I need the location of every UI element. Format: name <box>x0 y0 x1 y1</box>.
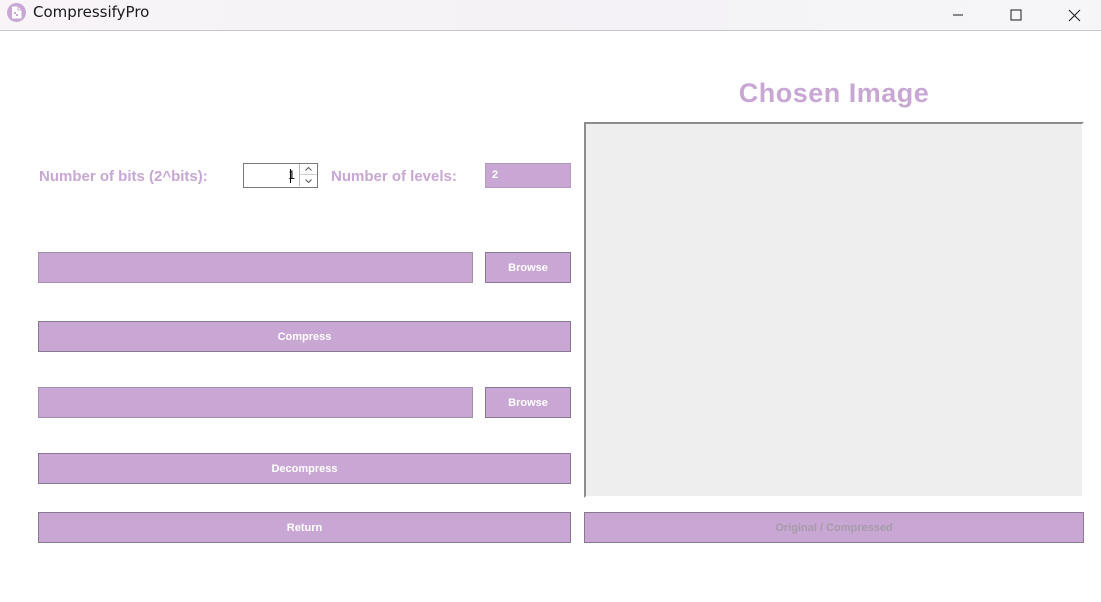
compress-file-path-field[interactable] <box>38 252 473 283</box>
levels-field: 2 <box>485 163 571 188</box>
text-caret <box>290 169 291 183</box>
levels-label: Number of levels: <box>331 168 457 185</box>
maximize-button[interactable] <box>987 0 1045 30</box>
bits-spinner[interactable]: 1 <box>243 163 318 188</box>
decompress-button[interactable]: Decompress <box>38 453 571 484</box>
app-icon <box>7 3 26 22</box>
chosen-image-title: Chosen Image <box>738 78 930 108</box>
decompress-browse-button[interactable]: Browse <box>485 387 571 418</box>
spin-down-button[interactable] <box>299 175 317 186</box>
app-window: CompressifyPro Number of bits (2^bits): … <box>0 0 1101 602</box>
window-title: CompressifyPro <box>33 3 150 21</box>
original-compressed-toggle-button[interactable]: Original / Compressed <box>584 512 1084 543</box>
chevron-up-icon <box>305 167 312 171</box>
bits-label: Number of bits (2^bits): <box>39 168 208 185</box>
chevron-down-icon <box>305 178 312 183</box>
maximize-icon <box>1010 9 1022 21</box>
image-preview-panel <box>584 122 1084 498</box>
close-button[interactable] <box>1045 0 1101 30</box>
title-bar[interactable]: CompressifyPro <box>0 0 1101 31</box>
decompress-file-path-field[interactable] <box>38 387 473 418</box>
compress-browse-button[interactable]: Browse <box>485 252 571 283</box>
minimize-button[interactable] <box>929 0 987 30</box>
return-button[interactable]: Return <box>38 512 571 543</box>
compress-button[interactable]: Compress <box>38 321 571 352</box>
close-icon <box>1068 9 1080 21</box>
minimize-icon <box>953 14 963 16</box>
spin-up-button[interactable] <box>299 164 317 175</box>
